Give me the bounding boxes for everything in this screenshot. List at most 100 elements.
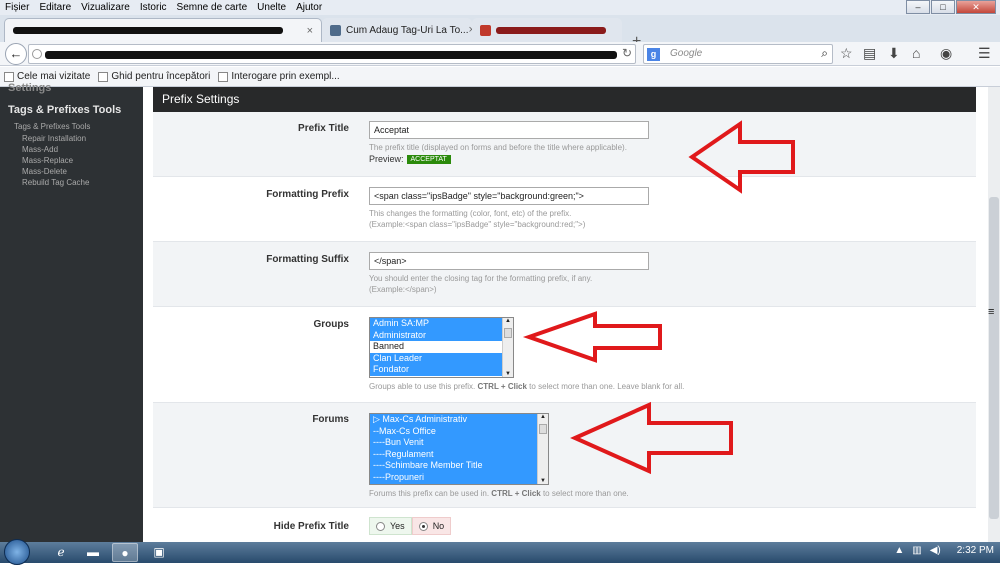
list-option[interactable]: ----Bun Venit	[370, 437, 548, 449]
hide-prefix-no[interactable]: No	[411, 517, 452, 535]
forums-scrollbar[interactable]: ▲ ▼	[537, 414, 548, 484]
sidebar-cut-heading: Settings	[8, 82, 52, 94]
redacted-tab-title	[496, 26, 606, 34]
preview-label: Preview:	[369, 154, 404, 164]
annotation-arrow-groups	[522, 311, 662, 363]
bookmarks-toolbar: Cele mai vizitate Ghid pentru începători…	[0, 67, 1000, 87]
formatting-prefix-field-wrap: <span class="ipsBadge" style="background…	[369, 187, 649, 230]
formatting-suffix-input[interactable]: </span>	[369, 252, 649, 270]
menu-view[interactable]: Vizualizare	[76, 2, 135, 13]
bookmark-star-icon[interactable]: ☆	[840, 45, 853, 62]
bookmark-query[interactable]: Interogare prin exempl...	[218, 71, 340, 82]
forums-select[interactable]: ▷ Max-Cs Administrativ --Max-Cs Office ---…	[369, 413, 549, 485]
google-icon[interactable]: g	[647, 48, 660, 61]
groups-help-key: CTRL + Click	[477, 382, 527, 391]
tab-active[interactable]: ×	[4, 18, 322, 42]
list-option[interactable]: ----Schimbare Member Title	[370, 460, 548, 472]
url-bar[interactable]: ↻	[28, 44, 636, 64]
close-window-button[interactable]: ✕	[956, 0, 996, 14]
grip-icon: ≡	[988, 306, 995, 318]
menu-help[interactable]: Ajutor	[291, 2, 327, 13]
app-icon[interactable]: ▣	[146, 543, 172, 562]
radio-no-label: No	[432, 521, 445, 531]
menu-history[interactable]: Istoric	[135, 2, 172, 13]
formatting-suffix-help: You should enter the closing tag for the…	[369, 274, 593, 283]
tab-cum-adaug[interactable]: Cum Adaug Tag-Uri La To... ×	[322, 18, 472, 42]
clock[interactable]: 2:32 PM	[957, 545, 994, 556]
scroll-up-icon[interactable]: ▲	[505, 318, 511, 324]
scroll-down-icon[interactable]: ▼	[505, 371, 511, 377]
back-button[interactable]: ←	[5, 43, 27, 65]
start-button[interactable]	[4, 539, 30, 565]
menu-edit[interactable]: Editare	[34, 2, 76, 13]
sidebar-link-mass-add[interactable]: Mass-Add	[0, 144, 143, 155]
hide-prefix-yes[interactable]: Yes	[369, 517, 412, 535]
close-tab-icon[interactable]: ×	[307, 25, 313, 37]
site-favicon-icon	[480, 24, 491, 36]
tab-bar: × Cum Adaug Tag-Uri La To... × +	[0, 15, 1000, 50]
bookmark-getting-started[interactable]: Ghid pentru începători	[98, 71, 210, 82]
scroll-down-icon[interactable]: ▼	[540, 478, 546, 484]
explorer-icon[interactable]: ▬	[80, 543, 106, 562]
ie-icon[interactable]: ℯ	[48, 543, 74, 562]
site-favicon-icon	[330, 24, 341, 36]
prefix-preview: Preview: ACCEPTAT	[369, 154, 649, 165]
scroll-up-icon[interactable]: ▲	[540, 414, 546, 420]
sidebar-link-mass-delete[interactable]: Mass-Delete	[0, 166, 143, 177]
reload-icon[interactable]: ↻	[622, 46, 632, 60]
tab-redacted[interactable]	[472, 18, 622, 42]
list-option[interactable]: ▷ Max-Cs Administrativ	[370, 414, 548, 426]
home-icon[interactable]: ⌂	[912, 45, 920, 61]
scroll-thumb[interactable]	[504, 328, 512, 338]
menu-bookmarks[interactable]: Semne de carte	[172, 2, 253, 13]
firefox-icon[interactable]: ●	[112, 543, 138, 562]
list-option[interactable]: Fondator	[370, 364, 513, 376]
radio-yes-icon[interactable]	[376, 521, 385, 531]
bookmark-most-visited[interactable]: Cele mai vizitate	[4, 71, 90, 82]
groups-select[interactable]: Admin SA:MP Administrator Banned Clan Leade…	[369, 317, 514, 378]
sidebar-link-repair[interactable]: Repair Installation	[0, 133, 143, 144]
menu-icon[interactable]: ☰	[978, 45, 991, 62]
forums-help: Forums this prefix can be used in. CTRL …	[369, 488, 629, 499]
sidebar-link-mass-replace[interactable]: Mass-Replace	[0, 155, 143, 166]
formatting-prefix-label: Formatting Prefix	[266, 189, 349, 200]
list-option[interactable]: Administrator	[370, 329, 513, 342]
groups-scrollbar[interactable]: ▲ ▼	[502, 318, 513, 377]
network-icon[interactable]: ▥	[912, 545, 921, 556]
tray-arrow-icon[interactable]: ▲	[894, 545, 904, 556]
prefix-title-help: The prefix title (displayed on forms and…	[369, 143, 627, 152]
formatting-suffix-field-wrap: </span> You should enter the closing tag…	[369, 252, 649, 295]
menu-file[interactable]: Fișier	[0, 2, 34, 13]
row-forums: Forums ▷ Max-Cs Administrativ --Max-Cs Of…	[153, 403, 976, 508]
sidebar-link-rebuild[interactable]: Rebuild Tag Cache	[0, 177, 143, 188]
forums-help-text-2: to select more than one.	[542, 489, 629, 498]
list-option[interactable]: Banned	[370, 341, 513, 353]
search-icon[interactable]: ⌕	[821, 46, 828, 61]
reading-list-icon[interactable]: ▤	[863, 45, 876, 62]
prefix-title-label: Prefix Title	[298, 123, 349, 134]
radio-no-icon[interactable]	[418, 521, 428, 531]
download-icon[interactable]: ⬇	[888, 45, 900, 62]
scroll-thumb[interactable]	[539, 424, 547, 434]
groups-label: Groups	[313, 319, 349, 330]
addon-icon[interactable]: ◉	[940, 45, 952, 62]
formatting-prefix-example: (Example:<span class="ipsBadge" style="b…	[369, 220, 586, 229]
minimize-button[interactable]: –	[906, 0, 930, 14]
menu-tools[interactable]: Unelte	[252, 2, 291, 13]
formatting-prefix-input[interactable]: <span class="ipsBadge" style="background…	[369, 187, 649, 205]
page-scroll-thumb[interactable]	[989, 197, 999, 519]
navigation-bar: ← ↻ g Google ⌕ ☆ ▤ ⬇ ⌂ ◉ ☰	[0, 42, 1000, 66]
maximize-button[interactable]: □	[931, 0, 955, 14]
prefix-title-input[interactable]: Acceptat	[369, 121, 649, 139]
row-formatting-prefix: Formatting Prefix <span class="ipsBadge"…	[153, 177, 976, 242]
row-formatting-suffix: Formatting Suffix </span> You should ent…	[153, 242, 976, 307]
sidebar-subheading[interactable]: Tags & Prefixes Tools	[0, 120, 143, 133]
list-option[interactable]: Clan Leader	[370, 352, 513, 365]
annotation-arrow-forums	[570, 401, 733, 475]
list-option[interactable]: ----Regulament	[370, 448, 548, 461]
list-option[interactable]: Admin SA:MP	[370, 318, 513, 330]
volume-icon[interactable]: ◀)	[930, 545, 941, 556]
search-bar[interactable]: g Google ⌕	[643, 44, 833, 64]
list-option[interactable]: --Max-Cs Office	[370, 425, 548, 438]
list-option[interactable]: ----Propuneri	[370, 471, 548, 484]
